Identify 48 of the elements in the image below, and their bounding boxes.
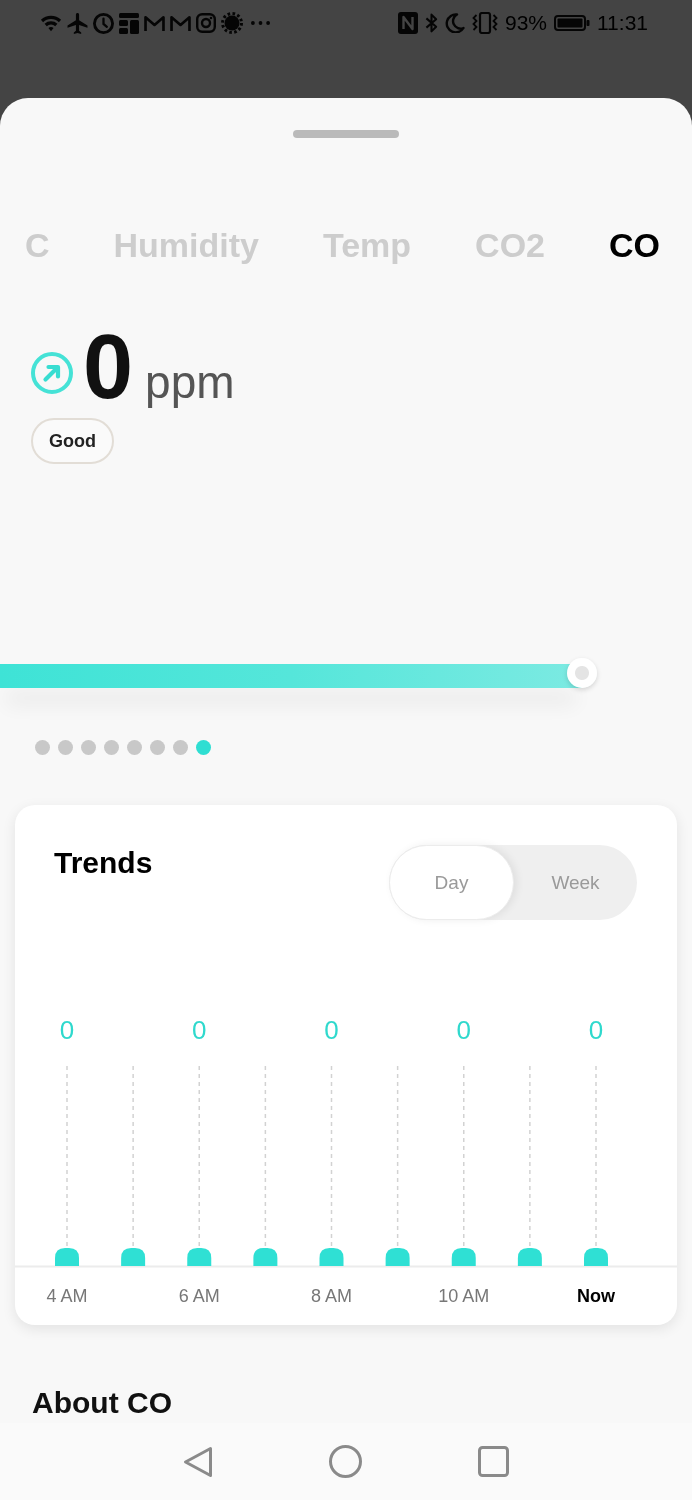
value-label: 0 (59, 1015, 75, 1045)
time-label: 8 AM (311, 1286, 352, 1306)
bar (584, 1248, 608, 1266)
bar (451, 1248, 476, 1266)
m-logo-icon (144, 14, 165, 32)
value-label: 0 (588, 1015, 604, 1045)
bar (385, 1248, 410, 1266)
battery-percent: 93% (504, 12, 547, 34)
status-badge: Good (31, 418, 114, 464)
drag-handle[interactable] (293, 130, 399, 138)
nfc-icon (397, 12, 418, 34)
wifi-icon (40, 14, 62, 32)
time-label: 4 AM (46, 1286, 88, 1306)
vibrate-icon (471, 12, 498, 34)
battery-icon (554, 15, 590, 31)
value-label: 0 (456, 1015, 471, 1045)
time-label: 10 AM (438, 1286, 490, 1306)
value-label: 0 (324, 1015, 339, 1045)
clock-time: 11:31 (597, 12, 648, 34)
reading-value: 0 (83, 322, 134, 412)
camera-icon (196, 13, 216, 33)
range-tab[interactable]: Week (514, 845, 637, 920)
time-label: Now (577, 1286, 615, 1306)
airplane-icon (67, 12, 88, 34)
time-label: 6 AM (178, 1286, 220, 1306)
sun-icon (221, 12, 243, 34)
bar (319, 1248, 344, 1266)
recents-icon[interactable] (478, 1446, 509, 1477)
bluetooth-icon (424, 12, 438, 34)
bar (187, 1248, 212, 1266)
card-title: Trends (54, 845, 153, 881)
value-label: 0 (192, 1015, 207, 1045)
reading-unit: ppm (145, 357, 235, 407)
range-tab[interactable]: Day (389, 845, 514, 920)
app-grid-icon (119, 12, 139, 34)
bar (121, 1248, 146, 1266)
more-icon[interactable] (251, 21, 270, 25)
arrow-circle-icon (31, 352, 73, 394)
section-heading: About CO (32, 1385, 173, 1421)
bar (253, 1248, 278, 1266)
tab[interactable]: CO (609, 225, 660, 265)
moon-icon (444, 13, 465, 33)
back-icon[interactable] (183, 1445, 213, 1478)
m-logo-icon (170, 14, 191, 32)
clock-icon (93, 12, 114, 34)
bar (55, 1248, 79, 1266)
home-icon[interactable] (329, 1445, 362, 1478)
bar (517, 1248, 542, 1266)
